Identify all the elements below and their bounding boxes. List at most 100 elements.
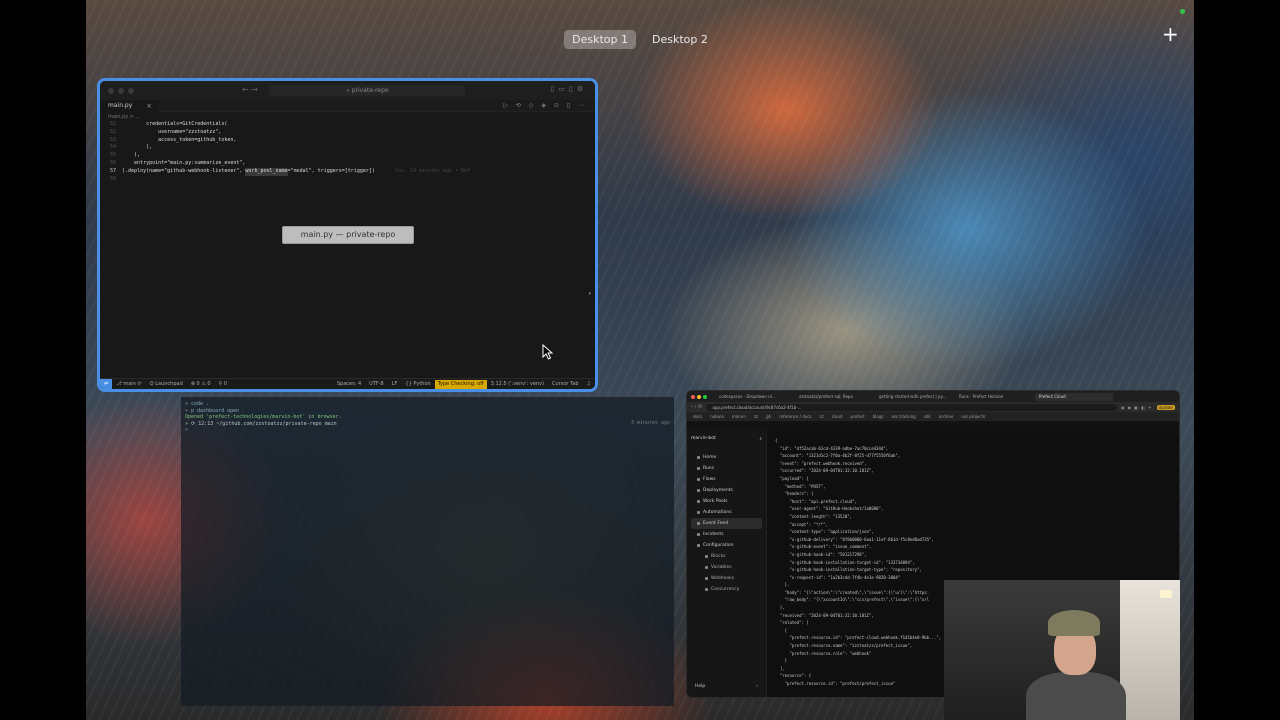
command-center-search[interactable]: ⌕ private-repo (270, 85, 465, 96)
sidebar-item-configuration[interactable]: Configuration (691, 540, 762, 551)
search-icon[interactable]: ⌕ (759, 436, 762, 442)
webcam-person-cap (1048, 610, 1100, 636)
browser-tab[interactable]: codespaces - Dropdown nl... (715, 393, 793, 401)
ports-indicator[interactable]: ⚲ 0 (215, 381, 231, 387)
browser-tab-active[interactable]: Prefect Cloud (1035, 392, 1113, 401)
space-desktop-1[interactable]: Desktop 1 (564, 30, 636, 49)
nav-icon (697, 511, 700, 514)
address-bar[interactable]: app.prefect.cloud/account/9c87c6a2-4f1b-… (706, 403, 1117, 411)
bookmark-item[interactable]: oss projects (961, 414, 985, 419)
json-line: "id": "df52acab-61cd-4339-adbe-7ac70cce4… (775, 445, 889, 451)
line-text: username="zzstoatzz", (122, 128, 222, 135)
indentation-indicator[interactable]: Spaces: 4 (333, 381, 365, 387)
python-interpreter[interactable]: 3.12.5 ('.venv': venv) (487, 381, 548, 387)
help-link[interactable]: Help › (695, 684, 758, 689)
bookmark-item[interactable]: docs (693, 414, 702, 419)
chevron-right-icon: › (756, 684, 758, 689)
code-line: 58 (100, 176, 595, 184)
terminal-prompt[interactable]: » (185, 427, 670, 434)
sidebar-item-deployments[interactable]: Deployments (691, 485, 762, 496)
update-button[interactable]: Update (1156, 404, 1175, 410)
cursor-tab-toggle[interactable]: Cursor Tab (548, 381, 583, 387)
sidebar-item-label: Webhooks (711, 576, 735, 581)
sidebar-item-flows[interactable]: Flows (691, 474, 762, 485)
webcam-lamp (1160, 590, 1172, 598)
json-line: { (775, 438, 778, 443)
bookmark-item[interactable]: cloud (832, 414, 843, 419)
sidebar-item-automations[interactable]: Automations (691, 507, 762, 518)
bookmark-item[interactable]: zz (819, 414, 823, 419)
tab-main-py[interactable]: main.py × (100, 99, 159, 112)
browser-tab[interactable]: zzstoatzz/prefect-sql: Repo (795, 393, 873, 401)
zoom-window-button[interactable] (703, 394, 707, 399)
sidebar-item-variables[interactable]: Variables (691, 562, 762, 573)
bookmark-item[interactable]: reference / docs (779, 414, 811, 419)
bookmark-item[interactable]: zz (754, 414, 758, 419)
sidebar-item-incidents[interactable]: Incidents (691, 529, 762, 540)
json-line: "x-github-delivery": "8f8b0000-6aa1-11ef… (775, 536, 934, 542)
branch-indicator[interactable]: ⎇ main ⟳ (112, 381, 146, 387)
encoding-indicator[interactable]: UTF-8 (365, 381, 388, 387)
back-forward-reload-icons[interactable]: ‹ › ⟳ (691, 404, 702, 410)
eol-indicator[interactable]: LF (388, 381, 402, 387)
sidebar-item-runs[interactable]: Runs (691, 463, 762, 474)
sidebar-item-label: Runs (703, 466, 714, 471)
bookmark-item[interactable]: archive (939, 414, 954, 419)
line-text: access_token=github_token, (122, 136, 237, 143)
bookmark-item[interactable]: prefect (851, 414, 865, 419)
code-line-current: 57).deploy(name="github-webhook-listener… (100, 167, 595, 176)
language-mode[interactable]: {} Python (401, 381, 434, 387)
terminal-window[interactable]: » code . » p dashboard open Opened 'pref… (181, 397, 674, 706)
bookmark-item[interactable]: marvin (732, 414, 746, 419)
sidebar-item-label: Configuration (703, 543, 734, 548)
type-checking-badge[interactable]: Type Checking: off (434, 379, 487, 389)
browser-tab[interactable]: Runs - Prefect Horizon (955, 393, 1033, 401)
sidebar-item-concurrency[interactable]: Concurrency (691, 584, 762, 595)
problems-indicator[interactable]: ⊗ 0 ⚠ 0 (187, 381, 215, 387)
bookmark-item[interactable]: nebula (710, 414, 724, 419)
code-editor[interactable]: 51 credentials=GitCredentials( 52 userna… (100, 121, 595, 183)
scrollbar-marker[interactable]: ▾ (588, 291, 591, 297)
json-line: "x-github-hook-installation-target-id": … (775, 559, 915, 565)
sidebar-item-webhooks[interactable]: Webhooks (691, 573, 762, 584)
sidebar-item-work-pools[interactable]: Work Pools (691, 496, 762, 507)
sidebar-item-blocks[interactable]: Blocks (691, 551, 762, 562)
launchpad-label: Launchpad (155, 381, 183, 387)
close-window-button[interactable] (691, 394, 695, 399)
layout-toggle-icons[interactable]: ▯▭▯⚙ (550, 85, 587, 93)
json-line: "method": "POST", (775, 483, 826, 489)
json-line: "payload": { (775, 475, 809, 481)
sidebar-item-event-feed[interactable]: Event Feed (691, 518, 762, 529)
remote-icon[interactable]: ⇌ (100, 378, 112, 389)
recording-indicator (1180, 9, 1185, 14)
add-space-plus-icon[interactable]: + (1162, 22, 1179, 46)
bookmark-item[interactable]: blogs (873, 414, 884, 419)
bookmark-item[interactable]: sdk (924, 414, 931, 419)
line-text: ), (122, 144, 153, 151)
close-window-button[interactable] (108, 87, 114, 94)
bookmark-item[interactable]: oss tracking (891, 414, 915, 419)
launchpad-button[interactable]: ⛭ Launchpad (146, 381, 187, 387)
breadcrumb[interactable]: main.py > ... (100, 112, 595, 121)
extension-icons[interactable]: ◉ ◆ ▣ ◧ ✦ (1121, 405, 1153, 410)
line-number: 57 (109, 167, 116, 174)
nav-icon (697, 500, 700, 503)
close-tab-icon[interactable]: × (146, 102, 152, 110)
line-text: ), (122, 152, 141, 159)
zoom-window-button[interactable] (128, 87, 134, 94)
sidebar-item-home[interactable]: Home (691, 452, 762, 463)
space-desktop-2[interactable]: Desktop 2 (644, 30, 716, 49)
minimize-window-button[interactable] (697, 394, 701, 399)
nav-icon (705, 566, 708, 569)
sidebar-item-label: Deployments (703, 488, 733, 493)
browser-tab[interactable]: getting started with prefect | py... (875, 393, 953, 401)
bookmark-item[interactable]: gh (766, 414, 771, 419)
window-title-overlay: main.py — private-repo (282, 226, 414, 244)
workspace-switcher[interactable]: marvin-bot ⌕ (691, 436, 762, 442)
notifications-bell-icon[interactable]: ♫ (583, 381, 595, 387)
back-forward-icons[interactable]: ← → (242, 85, 258, 94)
sidebar-item-label: Blocks (711, 554, 726, 559)
mouse-cursor-icon (542, 344, 554, 360)
minimize-window-button[interactable] (118, 87, 124, 94)
run-actions-icons[interactable]: ▷ ⟲ ◇ ◈ ⊙ ▯ ⋯ (503, 102, 587, 109)
